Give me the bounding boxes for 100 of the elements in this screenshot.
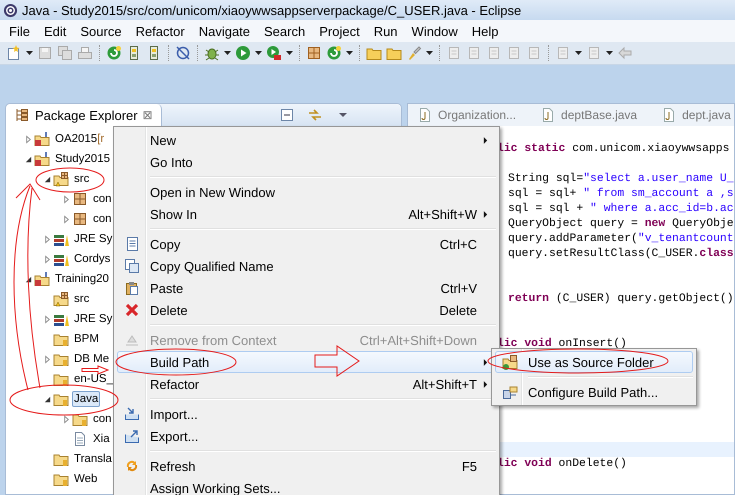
refresh-icon bbox=[124, 458, 140, 474]
package-icon bbox=[72, 211, 88, 227]
tree-item[interactable]: src bbox=[72, 291, 92, 307]
editor-tab[interactable]: Organization... bbox=[414, 105, 520, 125]
view-tab[interactable]: Package Explorer ⊠ bbox=[6, 104, 162, 126]
file-icon bbox=[72, 431, 88, 447]
menu-item[interactable]: Open in New Window bbox=[117, 181, 496, 203]
close-icon[interactable]: ⊠ bbox=[142, 108, 153, 122]
skip-icon[interactable] bbox=[175, 45, 191, 61]
collapsed-arrow-icon[interactable] bbox=[43, 354, 52, 364]
menu-item[interactable]: Run bbox=[366, 24, 405, 38]
code-line: QueryObject query = new QueryObje bbox=[508, 218, 734, 230]
menu-item[interactable]: Copy Ctrl+C bbox=[117, 233, 496, 255]
menu-item[interactable]: Delete Delete bbox=[117, 299, 496, 321]
annotation-ellipse bbox=[36, 168, 104, 192]
collapsed-arrow-icon[interactable] bbox=[43, 254, 52, 264]
source-folder-icon bbox=[502, 354, 518, 370]
package-icon[interactable] bbox=[306, 45, 322, 61]
source-folder-icon bbox=[53, 291, 69, 307]
copy-icon bbox=[124, 236, 140, 252]
project-folder-icon bbox=[34, 271, 50, 287]
tree-item[interactable]: con bbox=[91, 191, 114, 207]
delete-icon bbox=[124, 302, 140, 318]
print-icon[interactable] bbox=[77, 45, 93, 61]
window-title: Java - Study2015/src/com/unicom/xiaoywwsappserverpackage/C_USER.java - Eclipse bbox=[22, 2, 522, 18]
tree-item[interactable]: src bbox=[72, 171, 92, 187]
menu-item[interactable]: Source bbox=[73, 24, 129, 38]
source-folder-icon bbox=[53, 171, 69, 187]
tree-item[interactable]: DB Me bbox=[72, 351, 112, 367]
menu-item[interactable]: Copy Qualified Name bbox=[117, 255, 496, 277]
collapsed-arrow-icon[interactable] bbox=[62, 414, 71, 424]
collapse-all-icon[interactable] bbox=[279, 107, 295, 123]
code-line: lic static com.unicom.xiaoywwsapps bbox=[497, 143, 730, 155]
package-icon bbox=[72, 191, 88, 207]
tree-item[interactable]: Java bbox=[72, 391, 100, 407]
expanded-arrow-icon[interactable] bbox=[43, 394, 52, 404]
menu-item[interactable]: Search bbox=[257, 24, 312, 38]
run-icon[interactable] bbox=[235, 45, 251, 61]
menu-item[interactable]: Project bbox=[312, 24, 367, 38]
import-icon bbox=[124, 406, 140, 422]
menu-item[interactable]: Edit bbox=[36, 24, 74, 38]
tree-item[interactable]: Cordys bbox=[72, 251, 112, 267]
tree-item[interactable]: OA2015[r bbox=[53, 131, 106, 147]
link-icon[interactable] bbox=[307, 107, 323, 123]
expanded-arrow-icon[interactable] bbox=[24, 154, 33, 164]
editor-tab[interactable]: dept.java bbox=[658, 105, 734, 125]
collapsed-arrow-icon[interactable] bbox=[43, 314, 52, 324]
tree-item[interactable]: JRE Sy bbox=[72, 231, 114, 247]
export-icon bbox=[124, 428, 140, 444]
expanded-arrow-icon[interactable] bbox=[24, 274, 33, 284]
menu-item[interactable]: Refactor bbox=[128, 24, 192, 38]
tree-item[interactable]: con bbox=[91, 211, 114, 227]
code-line: lic void onDelete() bbox=[497, 458, 627, 470]
expanded-arrow-icon[interactable] bbox=[43, 174, 52, 184]
project-folder-icon bbox=[34, 131, 50, 147]
view-title: Package Explorer bbox=[35, 108, 138, 122]
build-path-icon bbox=[502, 384, 518, 400]
menu-item[interactable]: Configure Build Path... bbox=[495, 381, 693, 403]
tree-item[interactable]: Training20 bbox=[53, 271, 111, 287]
save-all-icon[interactable] bbox=[57, 45, 73, 61]
collapsed-arrow-icon[interactable] bbox=[62, 214, 71, 224]
menu-item[interactable]: New bbox=[117, 129, 496, 151]
menu-item[interactable]: Assign Working Sets... bbox=[117, 477, 496, 495]
menu-item[interactable]: Window bbox=[404, 24, 465, 38]
menu-item[interactable]: Navigate bbox=[192, 24, 258, 38]
tree-item[interactable]: Xia bbox=[91, 431, 112, 447]
new-file-icon[interactable] bbox=[6, 45, 22, 61]
menu-item[interactable]: Import... bbox=[117, 403, 496, 425]
tree-item[interactable]: con bbox=[91, 411, 114, 427]
collapsed-arrow-icon[interactable] bbox=[24, 134, 33, 144]
code-line: query.addParameter("v_tenantcount bbox=[508, 233, 734, 245]
code-line: query.setResultClass(C_USER.class bbox=[508, 248, 734, 260]
tree-item[interactable]: Study2015 bbox=[53, 151, 112, 167]
code-line: sql = sql+ " from sm_account a ,s bbox=[508, 188, 734, 200]
menu-item[interactable]: Show In Alt+Shift+W bbox=[117, 203, 496, 225]
menu-item[interactable]: Refresh F5 bbox=[117, 455, 496, 477]
menu-item[interactable]: File bbox=[2, 24, 37, 38]
menu-item[interactable]: Help bbox=[464, 24, 506, 38]
tree-item[interactable]: Web bbox=[72, 471, 100, 487]
menu-item[interactable]: Use as Source Folder bbox=[495, 351, 693, 373]
code-line: lic void onInsert() bbox=[497, 338, 627, 350]
tree-item[interactable]: en-US_ bbox=[72, 371, 115, 387]
collapsed-arrow-icon[interactable] bbox=[43, 234, 52, 244]
collapsed-arrow-icon[interactable] bbox=[62, 194, 71, 204]
refresh-icon[interactable] bbox=[106, 45, 122, 61]
code-line: sql = sql + " where a.acc_id=b.ac bbox=[508, 203, 734, 215]
code-line: String sql="select a.user_name U_ bbox=[508, 173, 734, 185]
menu-item[interactable]: Go Into bbox=[117, 151, 496, 173]
hollow-arrow bbox=[314, 345, 360, 377]
tree-item[interactable]: JRE Sy bbox=[72, 311, 114, 327]
editor-tab[interactable]: deptBase.java bbox=[537, 105, 640, 125]
code-line: return (C_USER) query.getObject() bbox=[508, 293, 734, 305]
tree-item[interactable]: BPM bbox=[72, 331, 101, 347]
hollow-arrow bbox=[82, 365, 110, 375]
package-explorer-icon bbox=[14, 107, 30, 123]
copy-icon bbox=[124, 258, 140, 274]
menu-item[interactable]: Export... bbox=[117, 425, 496, 447]
menu-item[interactable]: Paste Ctrl+V bbox=[117, 277, 496, 299]
tree-item[interactable]: Transla bbox=[72, 451, 114, 467]
run-icon[interactable] bbox=[266, 45, 282, 61]
